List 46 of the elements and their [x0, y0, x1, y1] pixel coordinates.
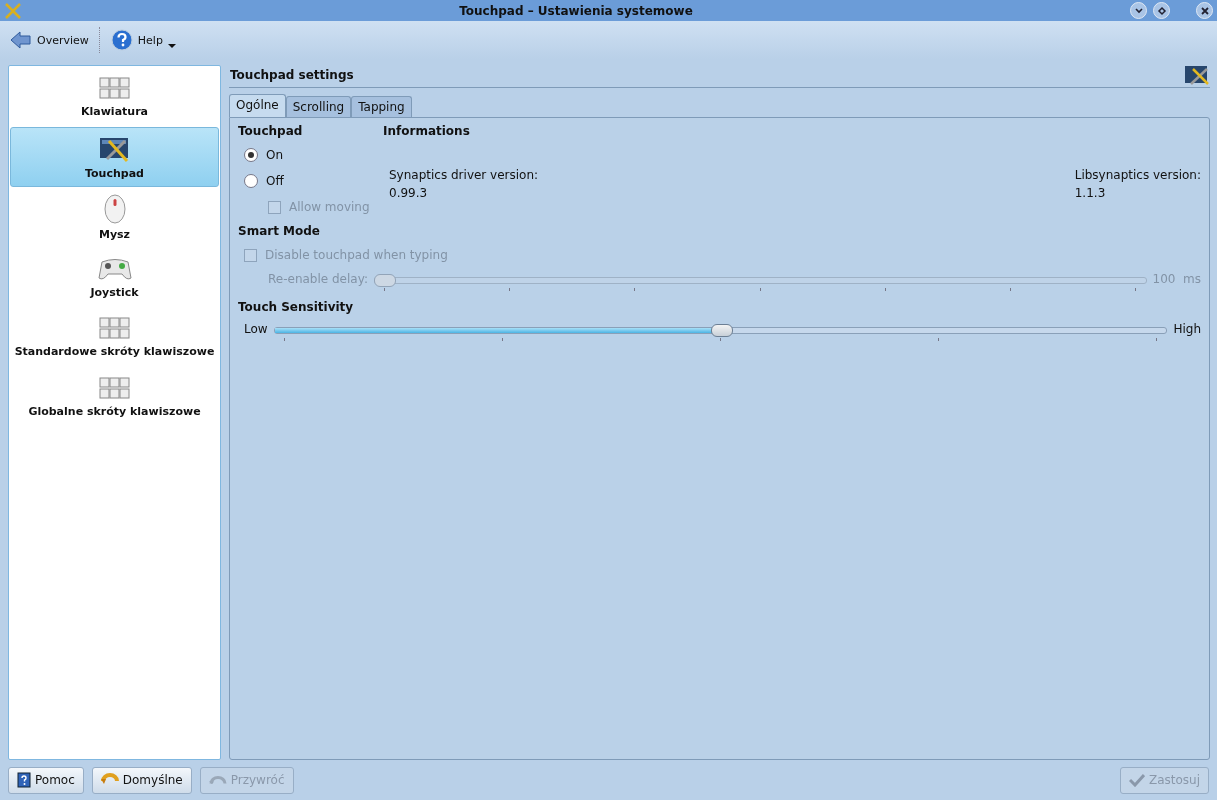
sidebar-item[interactable]: Touchpad [10, 127, 219, 187]
chevron-down-icon [1133, 5, 1144, 16]
page-title: Touchpad settings [230, 68, 354, 82]
info-value: 0.99.3 [389, 186, 429, 200]
close-button[interactable] [1196, 2, 1213, 19]
help-icon [110, 29, 133, 51]
help-book-icon [17, 772, 31, 788]
sensitivity-slider[interactable] [273, 322, 1168, 342]
help-button[interactable]: Help [108, 27, 178, 53]
defaults-button[interactable]: Domyślne [91, 766, 192, 794]
keyboard-icon [98, 316, 131, 341]
maximize-button[interactable] [1153, 2, 1170, 19]
diamond-icon [1156, 5, 1167, 16]
slider-label: Re-enable delay: [268, 272, 368, 286]
radio-option[interactable]: Off [238, 172, 284, 190]
sidebar-item[interactable]: Joystick [10, 247, 219, 307]
sidebar-item[interactable]: Klawiatura [10, 67, 219, 127]
sidebar-item[interactable]: Mysz [10, 187, 219, 247]
mouse-icon [102, 193, 127, 224]
info-label: Libsynaptics version: [1074, 168, 1201, 182]
section-title: Smart Mode [238, 224, 320, 238]
slider-label: High [1173, 322, 1201, 336]
slider-label: Low [244, 322, 268, 336]
section-title: Touch Sensitivity [238, 300, 354, 314]
undo-icon [208, 776, 227, 784]
overview-button[interactable]: Overview [8, 28, 91, 52]
radio-option[interactable]: On [238, 146, 284, 164]
tab[interactable]: Scrolling [285, 96, 352, 117]
keyboard-icon [98, 76, 131, 101]
minimize-button[interactable] [1130, 2, 1147, 19]
info-label: Synaptics driver version: [389, 168, 539, 182]
checkmark-icon [1128, 773, 1145, 787]
close-icon [1199, 5, 1210, 16]
keyboard-icon [98, 376, 131, 401]
slider-value: 100 ms [1152, 272, 1201, 286]
tab[interactable]: Ogólne [229, 94, 286, 117]
help-button[interactable]: Pomoc [8, 766, 84, 794]
sidebar-item[interactable]: Globalne skróty klawiszowe [10, 367, 219, 427]
window-title: Touchpad – Ustawienia systemowe [458, 3, 694, 18]
section-title: Informations [383, 124, 470, 138]
section-title: Touchpad [238, 124, 303, 138]
tab[interactable]: Tapping [351, 96, 412, 117]
info-value: 1.1.3 [1074, 186, 1107, 200]
sidebar-item[interactable]: Standardowe skróty klawiszowe [10, 307, 219, 367]
back-arrow-icon [10, 30, 32, 50]
touchpad-icon [1185, 65, 1209, 85]
